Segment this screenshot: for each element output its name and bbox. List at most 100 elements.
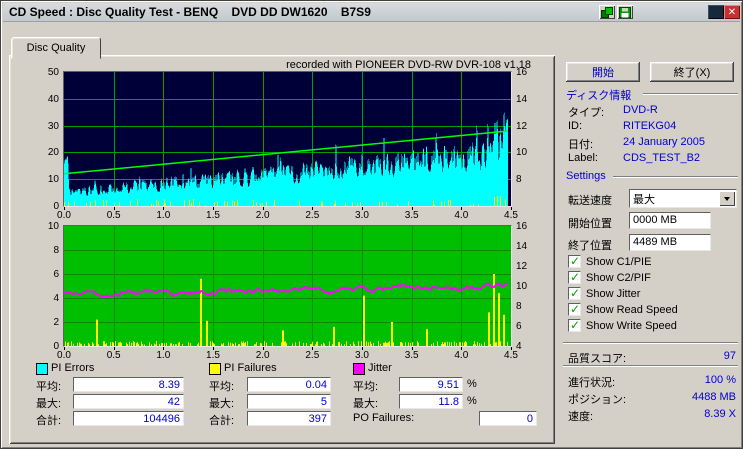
stat-label: 平均: bbox=[353, 381, 379, 393]
disc-info-label: ID: bbox=[568, 120, 583, 132]
axis-tick bbox=[114, 347, 115, 350]
close-button[interactable]: ✕ bbox=[724, 5, 740, 19]
stat-label: 合計: bbox=[209, 415, 235, 427]
chart2-y-left-label: 10 bbox=[47, 221, 59, 232]
window-title: CD Speed : Disc Quality Test - BENQ DVD … bbox=[9, 5, 371, 19]
axis-tick bbox=[114, 207, 115, 210]
disc-info-divider bbox=[643, 93, 738, 95]
checkbox-show-write-speed[interactable]: ✓ bbox=[568, 318, 581, 332]
checkmark-icon: ✓ bbox=[570, 254, 581, 268]
chart2-x-label: 0.5 bbox=[106, 350, 121, 361]
chart1-y-left-label: 50 bbox=[47, 67, 59, 78]
dropdown-button[interactable] bbox=[719, 191, 735, 206]
quality-score-value: 97 bbox=[723, 350, 736, 362]
chart1-x-label: 3.0 bbox=[355, 210, 369, 221]
stat-label: 最大: bbox=[353, 398, 379, 410]
stat-value: 0.04 bbox=[247, 377, 331, 392]
chart2-x-label: 1.0 bbox=[156, 350, 171, 361]
axis-tick bbox=[511, 347, 512, 350]
chart1-y-right-label: 16 bbox=[516, 67, 528, 78]
status-value: 100 % bbox=[704, 374, 736, 386]
jitter-chart bbox=[63, 225, 512, 347]
chart2-y-right-label: 10 bbox=[516, 281, 528, 292]
save-icon bbox=[619, 6, 631, 18]
chart1-y-right-label: 14 bbox=[516, 93, 528, 105]
chart2-x-label: 2.0 bbox=[255, 350, 270, 361]
close-icon: ✕ bbox=[727, 6, 737, 18]
stat-value: 42 bbox=[73, 394, 184, 409]
chart2-y-right-label: 8 bbox=[516, 301, 522, 312]
exit-button[interactable]: 終了(X) bbox=[650, 62, 734, 82]
disc-info-label: Label: bbox=[568, 152, 598, 164]
axis-tick bbox=[213, 347, 214, 350]
checkbox-show-c2-pif[interactable]: ✓ bbox=[568, 270, 581, 284]
end-position-label: 終了位置 bbox=[568, 240, 612, 252]
disc-info-label: 日付: bbox=[568, 139, 594, 151]
chart1-y-left-label: 10 bbox=[47, 174, 59, 186]
chart2-y-left-label: 2 bbox=[53, 317, 59, 328]
checkbox-label: Show C1/PIE bbox=[586, 256, 652, 268]
status-value: 4488 MB bbox=[691, 391, 736, 403]
checkbox-show-c1-pie[interactable]: ✓ bbox=[568, 254, 581, 268]
chart1-x-label: 0.5 bbox=[106, 210, 121, 221]
axis-tick bbox=[312, 347, 313, 350]
save-graph-icon-button[interactable] bbox=[617, 5, 633, 19]
transfer-speed-value: 最大 bbox=[633, 193, 655, 206]
axis-tick bbox=[64, 207, 65, 210]
chart1-y-right-label: 10 bbox=[516, 147, 528, 159]
checkbox-show-read-speed[interactable]: ✓ bbox=[568, 302, 581, 316]
chart2-y-left-label: 4 bbox=[53, 293, 59, 304]
copy-graph-icon-button[interactable] bbox=[599, 5, 615, 19]
axis-tick bbox=[362, 207, 363, 210]
chart1-y-right-label: 12 bbox=[516, 120, 528, 132]
chart1-y-right-label: 8 bbox=[516, 174, 522, 186]
start-button[interactable]: 開始 bbox=[566, 62, 640, 82]
chart1-x-label: 1.5 bbox=[206, 210, 220, 221]
checkbox-label: Show Jitter bbox=[586, 288, 641, 300]
transfer-speed-label: 転送速度 bbox=[568, 195, 612, 207]
disc-info-value: CDS_TEST_B2 bbox=[623, 152, 701, 164]
app-window: CD Speed : Disc Quality Test - BENQ DVD … bbox=[0, 0, 743, 449]
stat-value: 5 bbox=[247, 394, 331, 409]
chart2-x-label: 3.5 bbox=[404, 350, 419, 361]
axis-tick bbox=[263, 207, 264, 210]
stat-value: 8.39 bbox=[73, 377, 184, 392]
chart1-x-label: 0.0 bbox=[57, 210, 71, 221]
end-position-input[interactable]: 4489 MB bbox=[629, 234, 711, 251]
legend-swatch-pi-errors bbox=[36, 363, 48, 375]
disc-info-label: タイプ: bbox=[568, 107, 605, 119]
chart2-y-right-label: 12 bbox=[516, 261, 528, 272]
start-position-input[interactable]: 0000 MB bbox=[629, 212, 711, 229]
minimize-button[interactable] bbox=[708, 5, 724, 19]
stat-label: 平均: bbox=[36, 381, 62, 393]
chart1-x-label: 2.5 bbox=[305, 210, 320, 221]
tab-disc-quality[interactable]: Disc Quality bbox=[11, 37, 101, 59]
stat-label: 合計: bbox=[36, 415, 62, 427]
checkmark-icon: ✓ bbox=[570, 302, 581, 316]
stat-value: 9.51 bbox=[399, 377, 463, 392]
checkmark-icon: ✓ bbox=[570, 286, 581, 300]
chart1-x-label: 2.0 bbox=[255, 210, 270, 221]
stat-label: 最大: bbox=[36, 398, 62, 410]
chart1-x-label: 4.5 bbox=[504, 210, 518, 221]
stat-value: 11.8 bbox=[399, 394, 463, 409]
stat-value: 104496 bbox=[73, 411, 184, 426]
axis-tick bbox=[412, 207, 413, 210]
status-value: 8.39 X bbox=[704, 408, 736, 420]
transfer-speed-select[interactable]: 最大 bbox=[629, 189, 737, 208]
chart2-y-right-label: 16 bbox=[516, 221, 528, 232]
checkbox-show-jitter[interactable]: ✓ bbox=[568, 286, 581, 300]
axis-tick bbox=[263, 347, 264, 350]
legend-label: Jitter bbox=[368, 362, 392, 374]
settings-header: Settings bbox=[566, 170, 606, 182]
disc-info-value: DVD-R bbox=[623, 104, 658, 116]
tab-label: Disc Quality bbox=[26, 42, 86, 54]
stat-label: 平均: bbox=[209, 381, 235, 393]
axis-tick bbox=[213, 207, 214, 210]
chart1-y-left-label: 40 bbox=[47, 93, 59, 105]
chart2-y-right-label: 14 bbox=[516, 241, 528, 252]
axis-tick bbox=[312, 207, 313, 210]
axis-tick bbox=[163, 207, 164, 210]
divider bbox=[563, 342, 738, 344]
stat-value: 397 bbox=[247, 411, 331, 426]
